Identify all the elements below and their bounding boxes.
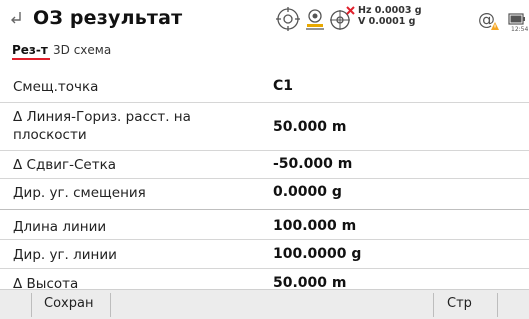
row-label: Длина линии: [13, 219, 107, 235]
v-readout: V 0.0001 g: [358, 16, 416, 27]
divider: [0, 209, 529, 210]
row-value: C1: [273, 78, 294, 94]
angle-readout: Hz 0.0003 g V 0.0001 g: [358, 5, 422, 27]
list-item: Δ Линия-Гориз. расст. на плоскости 50.00…: [0, 108, 529, 148]
page-title: ОЗ результат: [33, 7, 183, 29]
row-value: -50.000 m: [273, 156, 353, 172]
divider: [0, 102, 529, 103]
divider: [110, 293, 111, 317]
row-label: Δ Высота: [13, 276, 79, 289]
row-label: Смещ.точка: [13, 79, 99, 95]
divider: [0, 268, 529, 269]
row-value: 50.000 m: [273, 275, 347, 289]
target-icon[interactable]: [275, 6, 301, 36]
row-label: Дир. уг. смещения: [13, 185, 146, 201]
clock: 12:54: [511, 26, 529, 33]
divider: [433, 293, 434, 317]
row-label: Дир. уг. линии: [13, 247, 117, 263]
page-button[interactable]: Стр: [447, 296, 472, 311]
divider: [0, 150, 529, 151]
compensator-icon[interactable]: [328, 6, 356, 36]
bottom-toolbar: Сохран Стр: [0, 289, 529, 319]
tab-3d-view[interactable]: 3D схема: [53, 43, 111, 57]
list-item: Дир. уг. смещения 0.0000 g: [0, 184, 529, 208]
divider: [497, 293, 498, 317]
row-value: 100.000 m: [273, 218, 357, 234]
connection-warning-icon[interactable]: @: [476, 8, 500, 36]
active-tab-indicator: [12, 58, 50, 60]
list-item: Смещ.точка C1: [0, 78, 529, 102]
hz-readout: Hz 0.0003 g: [358, 5, 422, 16]
instrument-icon[interactable]: [302, 6, 328, 36]
list-item: Δ Высота 50.000 m: [0, 275, 529, 289]
tab-result[interactable]: Рез-т: [12, 43, 48, 57]
row-label: Δ Сдвиг-Сетка: [13, 157, 117, 173]
tab-bar: Рез-т 3D схема: [0, 40, 529, 62]
row-value: 50.000 m: [273, 119, 347, 135]
divider: [31, 293, 32, 317]
row-value: 0.0000 g: [273, 184, 342, 200]
list-item: Δ Сдвиг-Сетка -50.000 m: [0, 156, 529, 180]
list-item: Дир. уг. линии 100.0000 g: [0, 246, 529, 270]
row-value: 100.0000 g: [273, 246, 362, 262]
back-icon[interactable]: [8, 9, 24, 27]
row-label: Δ Линия-Гориз. расст. на плоскости: [13, 109, 191, 143]
svg-text:@: @: [478, 10, 495, 30]
divider: [0, 178, 529, 179]
save-button[interactable]: Сохран: [44, 296, 93, 311]
divider: [0, 239, 529, 240]
title-bar: ОЗ результат Hz 0.0003 g V 0.0001 g @ 12…: [0, 0, 529, 38]
